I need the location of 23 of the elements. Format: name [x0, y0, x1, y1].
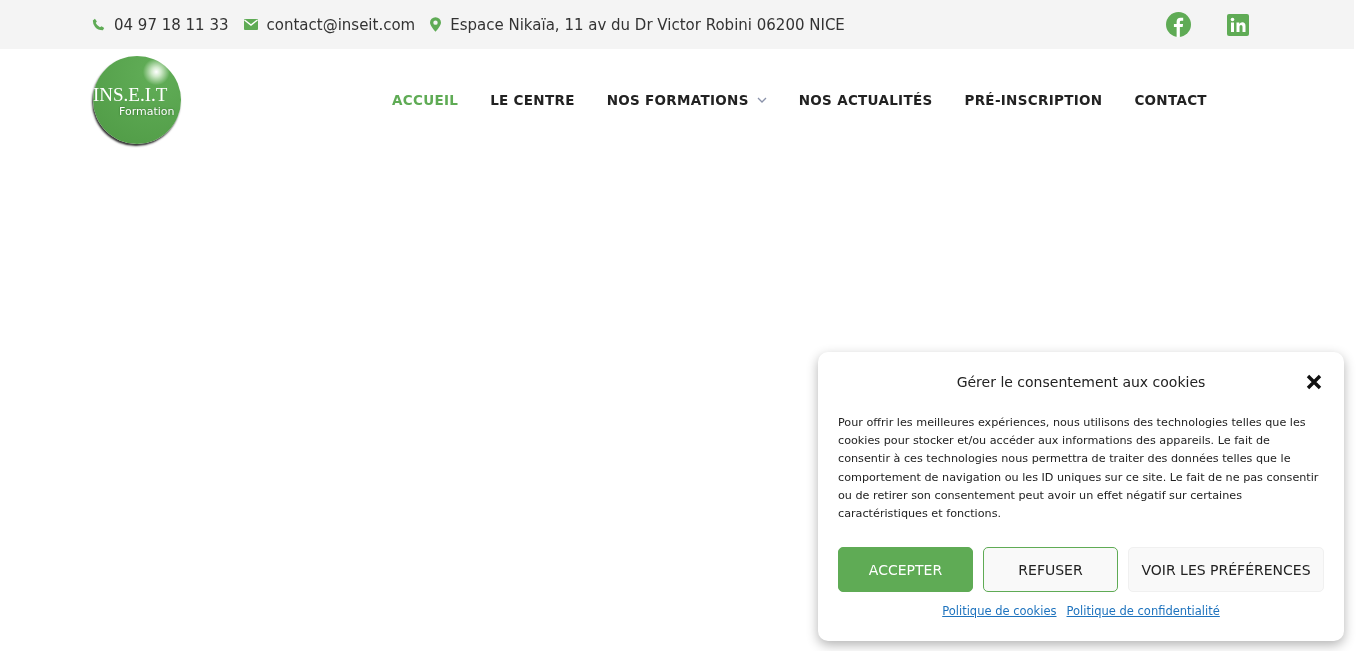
phone-number[interactable]: 04 97 18 11 33 — [114, 15, 229, 34]
chevron-down-icon — [756, 97, 767, 103]
email-address[interactable]: contact@inseit.com — [266, 15, 416, 34]
logo-title: INS.E.I.T — [93, 86, 168, 104]
address: Espace Nikaïa, 11 av du Dr Victor Robini 06200 NICE — [450, 15, 845, 34]
linkedin-icon[interactable] — [1227, 13, 1249, 36]
nav-link[interactable]: NOS FORMATIONS — [606, 92, 767, 108]
preferences-button[interactable]: VOIR LES PRÉFÉRENCES — [1128, 547, 1324, 593]
consent-text: Pour offrir les meilleures expériences, nous utilisons des technologies telles que les cookies pour stocker et/ou accéder aux informations des appareils. Le fait de consentir à ces technologies nous permettra de traiter des données telles que le comportement de navigation ou les ID uniques sur ce site. Le fait de ne pas consentir ou de retirer son consentement peut avoir un effet négatif sur certaines caractéristiques et fonctions. — [838, 415, 1320, 522]
phone-icon — [92, 18, 105, 31]
facebook-icon[interactable] — [1166, 12, 1191, 37]
nav-link[interactable]: LE CENTRE — [490, 92, 575, 108]
policy-link[interactable]: Politique de cookies — [942, 604, 1057, 619]
envelope-icon — [243, 19, 258, 30]
close-icon[interactable] — [1306, 374, 1322, 390]
logo-subtitle: Formation — [119, 105, 175, 118]
nav-link[interactable]: NOS ACTUALITÉS — [798, 92, 933, 108]
dialog-title: Gérer le consentement aux cookies — [956, 374, 1206, 390]
policy-link[interactable]: Politique de confidentialité — [1066, 604, 1220, 619]
nav-link[interactable]: PRÉ-INSCRIPTION — [964, 92, 1103, 108]
refuse-button[interactable]: REFUSER — [983, 547, 1118, 593]
map-pin-icon — [430, 17, 442, 32]
nav-link[interactable]: CONTACT — [1134, 92, 1207, 108]
